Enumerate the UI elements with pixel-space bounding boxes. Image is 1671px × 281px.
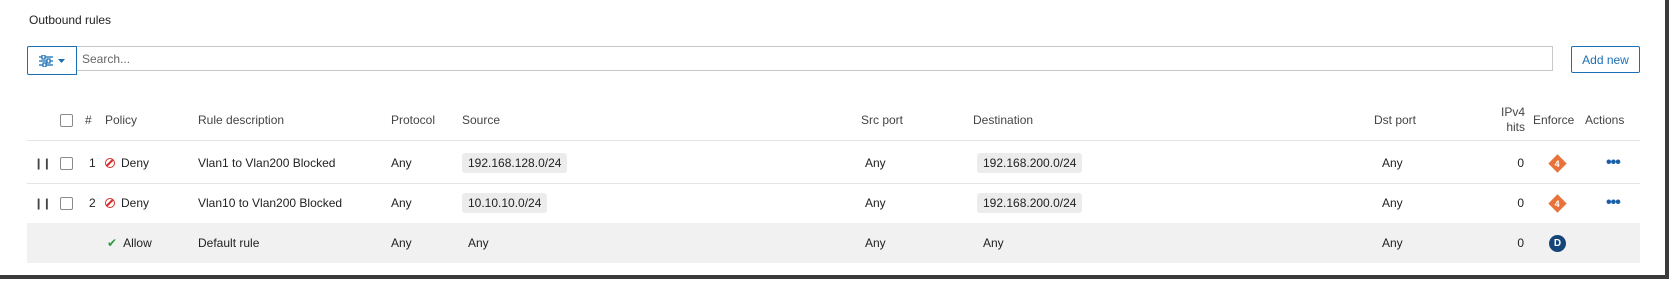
protocol-value: Any [391,156,412,170]
column-header-src-port[interactable]: Src port [861,100,903,140]
column-header-actions: Actions [1585,113,1625,127]
column-header-hits-line2: hits [1506,120,1525,134]
table-row[interactable]: ❙❙ 2 Deny Vlan10 to Vlan200 Blocked Any … [27,183,1640,224]
protocol-value: Any [391,236,412,250]
protocol-value: Any [391,196,412,210]
table-header: # Policy Rule description Protocol Sourc… [27,100,1640,141]
src-port-value: Any [865,156,886,170]
src-port-value: Any [865,196,886,210]
select-all-checkbox[interactable] [60,113,73,127]
enforce-badge: 4 [1548,193,1567,213]
dst-port-value: Any [1382,156,1403,170]
dst-port-value: Any [1382,236,1403,250]
add-new-button[interactable]: Add new [1571,46,1640,73]
policy-label: Deny [121,156,150,170]
sliders-icon [39,54,53,67]
row-checkbox[interactable] [60,196,73,210]
column-header-hits[interactable]: IPv4 hits [1501,100,1525,140]
enforce-badge: 4 [1548,153,1567,173]
rule-description: Vlan10 to Vlan200 Blocked [198,196,343,210]
policy-cell: Deny [105,183,149,223]
destination-value: 192.168.200.0/24 [977,193,1083,213]
policy-label: Allow [123,236,152,250]
search-input[interactable] [77,46,1553,71]
table-row[interactable]: ❙❙ 1 Deny Vlan1 to Vlan200 Blocked Any 1… [27,143,1640,184]
column-header-protocol[interactable]: Protocol [391,100,435,140]
hits-value: 0 [1517,236,1524,250]
checkmark-icon: ✔ [107,236,118,250]
more-actions-icon[interactable]: ••• [1606,154,1621,172]
destination-value: 192.168.200.0/24 [977,153,1083,173]
no-entry-icon [105,158,115,168]
column-header-policy[interactable]: Policy [105,100,137,140]
source-value: Any [468,236,489,250]
column-header-num: # [85,113,92,127]
outbound-rules-panel: Outbound rules Add new # Policy Rule des… [0,0,1669,279]
more-actions-icon[interactable]: ••• [1606,194,1621,212]
dst-port-value: Any [1382,196,1403,210]
no-entry-icon [105,198,115,208]
column-header-enforce: Enforce [1533,113,1575,127]
policy-label: Deny [121,196,150,210]
hits-value: 0 [1517,156,1524,170]
rule-number: 1 [89,156,96,170]
rule-number: 2 [89,196,96,210]
drag-handle-icon[interactable]: ❙❙ [34,183,51,223]
source-value: 10.10.10.0/24 [462,193,548,213]
caret-down-icon [58,58,65,63]
source-value: 192.168.128.0/24 [462,153,568,173]
column-header-destination[interactable]: Destination [973,100,1033,140]
column-header-description[interactable]: Rule description [198,100,284,140]
default-rule-row: ✔ Allow Default rule Any Any Any Any Any… [27,223,1640,263]
row-checkbox[interactable] [60,156,73,170]
policy-cell: Deny [105,143,149,183]
rule-description: Vlan1 to Vlan200 Blocked [198,156,336,170]
src-port-value: Any [865,236,886,250]
column-header-dst-port[interactable]: Dst port [1374,100,1416,140]
policy-cell: ✔ Allow [107,223,152,263]
rule-description: Default rule [198,236,260,250]
hits-value: 0 [1517,196,1524,210]
column-header-source[interactable]: Source [462,100,500,140]
drag-handle-icon[interactable]: ❙❙ [34,143,51,183]
destination-value: Any [983,236,1004,250]
section-title: Outbound rules [29,13,112,27]
filter-button[interactable] [27,46,77,75]
enforce-badge: D [1549,234,1566,252]
column-header-hits-line1: IPv4 [1500,105,1525,119]
